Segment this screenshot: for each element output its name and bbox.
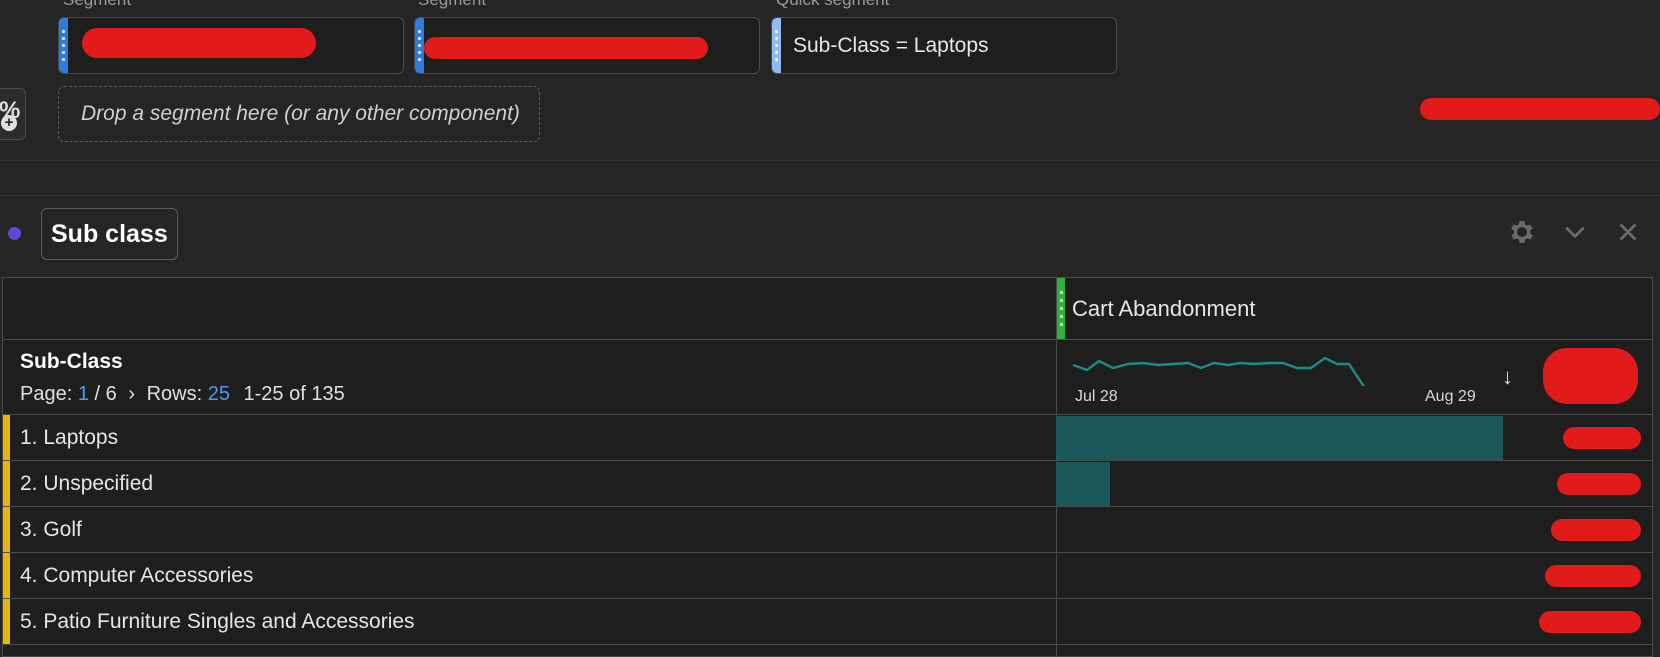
rows-label: Rows: [146,383,203,405]
plus-icon: + [1,115,17,131]
metric-bar [1056,462,1110,506]
table-row[interactable]: 5. Patio Furniture Singles and Accessori… [3,599,1652,645]
redaction-mark [1557,473,1641,495]
table-row[interactable]: 3. Golf [3,507,1652,553]
page-total: / 6 [94,383,117,405]
quick-segment-label: Quick segment [776,0,889,10]
metric-drag-handle-icon[interactable] [1057,278,1065,339]
pagination: Page: 1 / 6 › Rows: 25 1-25 of 135 [20,383,345,406]
redaction-mark [1543,348,1638,404]
row-divider [3,644,1652,645]
redaction-mark [1539,611,1641,633]
table-row[interactable]: 1. Laptops [3,415,1652,461]
drag-handle-icon[interactable] [59,18,68,73]
chevron-down-icon[interactable] [1558,217,1592,251]
segment-label-1: Segment [63,0,131,10]
redaction-mark [1420,98,1660,120]
redaction-mark [1545,565,1641,587]
metric-bar [1056,416,1503,460]
row-range: 1-25 of 135 [243,383,345,405]
panel-title[interactable]: Sub class [41,208,178,260]
page-label: Page: [20,383,73,405]
row-divider [3,339,1652,340]
sparkline-start-label: Jul 28 [1075,388,1118,405]
segment-drop-zone[interactable]: Drop a segment here (or any other compon… [58,86,540,142]
divider [0,195,1660,196]
row-label: 2. Unspecified [20,472,154,495]
redaction-mark [1563,427,1641,449]
row-color-marker [3,461,10,507]
drag-handle-icon[interactable] [772,18,781,73]
row-label: 3. Golf [20,518,82,541]
freeform-table: Cart Abandonment Sub-Class Page: 1 / 6 ›… [2,277,1653,657]
row-color-marker [3,415,10,461]
close-icon[interactable] [1611,217,1645,251]
segment-label-2: Segment [418,0,486,10]
table-row[interactable]: 2. Unspecified [3,461,1652,507]
page-current-input[interactable]: 1 [78,383,89,405]
row-color-marker [3,599,10,645]
add-percent-button[interactable]: % + [0,88,26,140]
next-page-chevron-icon[interactable]: › [128,383,135,405]
quick-segment-text: Sub-Class = Laptops [793,33,989,57]
drag-handle-icon[interactable] [415,18,424,73]
divider [0,160,1660,161]
row-label: 5. Patio Furniture Singles and Accessori… [20,610,415,633]
row-label: 1. Laptops [20,426,119,449]
metric-column-header[interactable]: Cart Abandonment [1072,296,1255,322]
sparkline [1073,356,1366,386]
settings-gear-icon[interactable] [1505,217,1539,251]
quick-segment-chip[interactable]: Sub-Class = Laptops [771,17,1117,74]
row-label: 4. Computer Accessories [20,564,254,587]
dimension-header[interactable]: Sub-Class [20,350,123,374]
rows-per-page-select[interactable]: 25 [208,383,230,405]
table-row[interactable]: 4. Computer Accessories [3,553,1652,599]
row-color-marker [3,553,10,599]
sparkline-end-label: Aug 29 [1425,388,1476,405]
row-color-marker [3,507,10,553]
panel-color-dot [8,227,21,240]
redaction-mark [82,28,316,58]
redaction-mark [1551,519,1641,541]
sort-down-arrow-icon[interactable]: ↓ [1502,364,1513,390]
redaction-mark [424,37,708,59]
